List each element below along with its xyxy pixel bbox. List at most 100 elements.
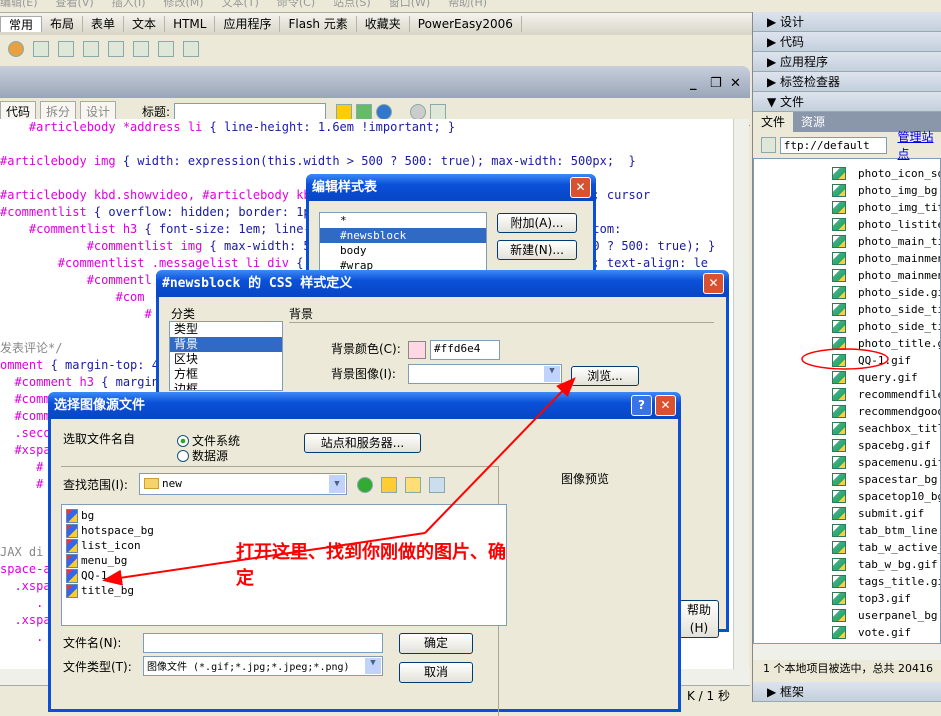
file-item[interactable]: photo_img_bg.g: [754, 182, 940, 199]
file-item[interactable]: photo_title.gi: [754, 335, 940, 352]
cancel-button[interactable]: 取消: [399, 662, 473, 683]
image-file-item[interactable]: bg: [62, 508, 506, 523]
manage-sites-link[interactable]: 管理站点: [897, 128, 941, 162]
lookin-select[interactable]: new ▼: [139, 473, 347, 495]
bg-image-select[interactable]: ▼: [408, 364, 562, 384]
date-icon[interactable]: [108, 41, 124, 57]
insert-tab[interactable]: HTML: [165, 16, 216, 32]
category-item[interactable]: 类型: [170, 322, 282, 337]
file-item[interactable]: photo_side.gif: [754, 284, 940, 301]
close-icon[interactable]: ✕: [730, 76, 741, 91]
title-input[interactable]: [174, 102, 327, 121]
menu-item[interactable]: 编辑(E): [0, 0, 38, 9]
tab-files[interactable]: 文件: [753, 112, 794, 132]
file-item[interactable]: photo_side_tit: [754, 318, 940, 335]
stylesheet-item[interactable]: #newsblock: [320, 228, 486, 243]
file-item[interactable]: spacemenu.gif: [754, 454, 940, 471]
back-icon[interactable]: [357, 477, 373, 493]
filetype-select[interactable]: 图像文件 (*.gif;*.jpg;*.jpeg;*.png) ▼: [143, 656, 383, 676]
file-item[interactable]: photo_listitem: [754, 216, 940, 233]
new-folder-icon[interactable]: [405, 477, 421, 493]
menu-item[interactable]: 命令(C): [277, 0, 315, 9]
help-button[interactable]: 帮助(H): [679, 600, 719, 638]
anchor-icon[interactable]: [8, 41, 24, 57]
file-tree-scrollbar[interactable]: [753, 644, 941, 660]
file-item[interactable]: submit.gif: [754, 505, 940, 522]
menu-item[interactable]: 站点(S): [333, 0, 371, 9]
panel-group[interactable]: ▶ 代码: [753, 32, 941, 52]
restore-icon[interactable]: ❐: [710, 76, 722, 91]
radio-datasource[interactable]: 数据源: [177, 447, 228, 464]
media-icon[interactable]: [83, 41, 99, 57]
menu-item[interactable]: 查看(V): [56, 0, 94, 9]
file-item[interactable]: userpanel_bg.g: [754, 607, 940, 624]
site-select[interactable]: ftp://default: [779, 136, 888, 154]
attach-button[interactable]: 附加(A)...: [497, 213, 577, 233]
refresh-icon[interactable]: [410, 103, 427, 120]
file-item[interactable]: photo_main_tit: [754, 233, 940, 250]
insert-tab[interactable]: 收藏夹: [357, 16, 410, 32]
file-item[interactable]: tags_title.gif: [754, 573, 940, 590]
menu-item[interactable]: 修改(M): [163, 0, 203, 9]
panel-group-files[interactable]: ▼ 文件: [753, 92, 941, 112]
menu-item[interactable]: 窗口(W): [389, 0, 430, 9]
category-item[interactable]: 区块: [170, 352, 282, 367]
comment-icon[interactable]: [133, 41, 149, 57]
insert-tab[interactable]: PowerEasy2006: [410, 16, 522, 32]
sites-servers-button[interactable]: 站点和服务器...: [304, 433, 421, 453]
file-item[interactable]: photo_icon_squ: [754, 165, 940, 182]
minimize-icon[interactable]: _: [690, 76, 697, 91]
image-icon[interactable]: [58, 41, 74, 57]
validate-icon[interactable]: [336, 103, 353, 120]
category-item[interactable]: 边框: [170, 382, 282, 390]
file-item[interactable]: photo_img_titl: [754, 199, 940, 216]
browse-button[interactable]: 浏览...: [571, 366, 639, 386]
menu-item[interactable]: 插入(I): [112, 0, 146, 9]
menu-item[interactable]: 帮助(H): [448, 0, 487, 9]
file-item[interactable]: photo_mainmenu: [754, 250, 940, 267]
file-item[interactable]: QQ-1.gif: [754, 352, 940, 369]
close-icon[interactable]: ✕: [703, 273, 724, 294]
file-item[interactable]: spacetop10_bg.: [754, 488, 940, 505]
file-item[interactable]: photo_side_tit: [754, 301, 940, 318]
category-item[interactable]: 方框: [170, 367, 282, 382]
new-button[interactable]: 新建(N)...: [497, 240, 577, 260]
category-item[interactable]: 背景: [170, 337, 282, 352]
menu-item[interactable]: 文本(T): [222, 0, 259, 9]
file-item[interactable]: spacebg.gif: [754, 437, 940, 454]
tab-assets[interactable]: 资源: [793, 112, 833, 132]
file-item[interactable]: vote.gif: [754, 624, 940, 641]
insert-tab[interactable]: 常用: [0, 16, 43, 32]
image-file-item[interactable]: hotspace_bg: [62, 523, 506, 538]
stylesheet-item[interactable]: *: [320, 213, 486, 228]
file-item[interactable]: top3.gif: [754, 590, 940, 607]
file-transfer-icon[interactable]: [356, 103, 373, 120]
file-item[interactable]: tab_w_active_b: [754, 539, 940, 556]
file-tree[interactable]: photo_icon_squ photo_img_bg.g photo_img_ti…: [753, 158, 941, 644]
insert-tab[interactable]: 文本: [124, 16, 166, 32]
panel-group[interactable]: ▶ 应用程序: [753, 52, 941, 72]
panel-group[interactable]: ▶ 设计: [753, 12, 941, 32]
ok-button[interactable]: 确定: [399, 633, 473, 654]
file-item[interactable]: recommendfile_: [754, 386, 940, 403]
insert-tab[interactable]: 应用程序: [215, 16, 281, 32]
view-menu-icon[interactable]: [429, 477, 445, 493]
panel-group[interactable]: ▶ 标签检查器: [753, 72, 941, 92]
template-icon[interactable]: [158, 41, 174, 57]
stylesheet-item[interactable]: body: [320, 243, 486, 258]
file-item[interactable]: query.gif: [754, 369, 940, 386]
close-icon[interactable]: ✕: [570, 177, 591, 198]
file-item[interactable]: photo_mainmenu: [754, 267, 940, 284]
close-icon[interactable]: ✕: [655, 395, 676, 416]
bg-color-swatch[interactable]: [408, 341, 426, 359]
tag-chooser-icon[interactable]: [183, 41, 199, 57]
view-options-icon[interactable]: [430, 103, 447, 120]
table-icon[interactable]: [33, 41, 49, 57]
insert-tab[interactable]: 表单: [83, 16, 125, 32]
preview-browser-icon[interactable]: [376, 103, 393, 120]
file-item[interactable]: recommendgoods: [754, 403, 940, 420]
filename-input[interactable]: [143, 633, 383, 653]
insert-tab[interactable]: Flash 元素: [280, 16, 357, 32]
bg-color-input[interactable]: #ffd6e4: [430, 340, 500, 360]
help-icon[interactable]: ?: [631, 395, 652, 416]
